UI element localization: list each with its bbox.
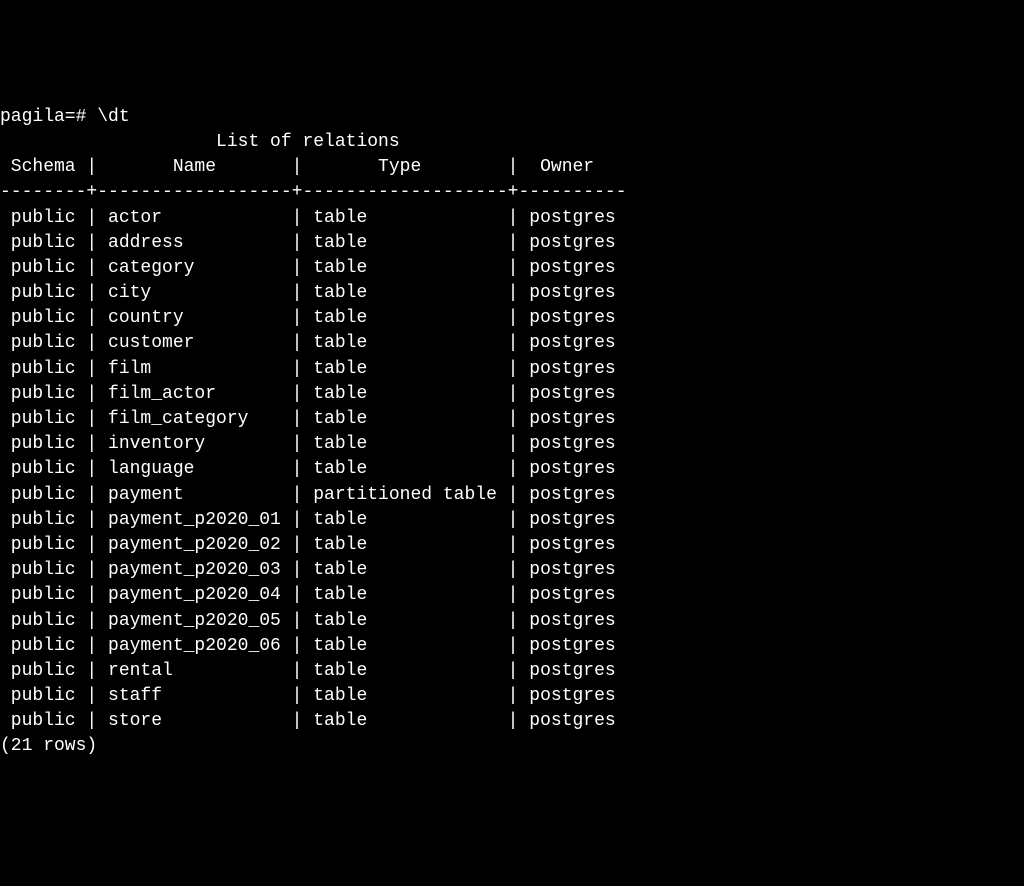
command: \dt [97,107,129,127]
row-count: (21 rows) [0,736,97,756]
table-header: Schema | Name | Type | Owner [0,157,627,177]
table-title: List of relations [0,132,627,152]
table-separator: --------+------------------+------------… [0,182,627,202]
prompt: pagila=# [0,107,97,127]
terminal-output: pagila=# \dt List of relations Schema | … [0,105,1024,760]
